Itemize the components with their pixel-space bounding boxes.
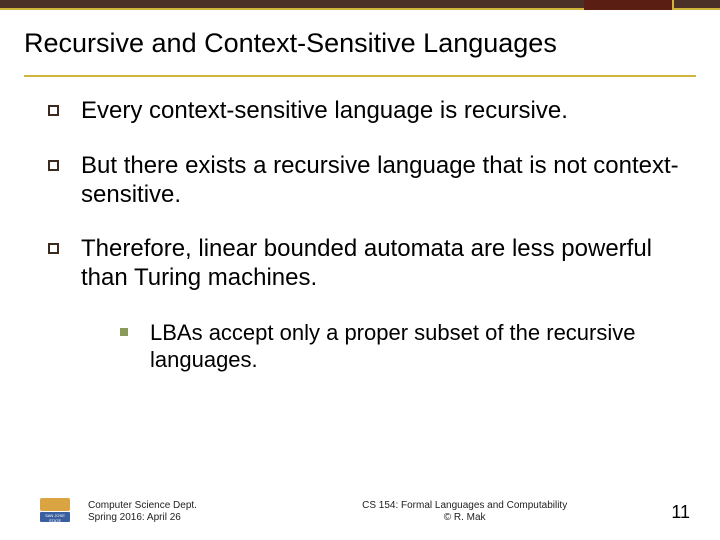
footer-date: Spring 2016: April 26: [88, 512, 258, 525]
sjsu-logo: SAN JOSE STATE: [40, 498, 72, 526]
bullet-item: But there exists a recursive language th…: [48, 152, 680, 210]
slide-content: Every context-sensitive language is recu…: [0, 77, 720, 374]
logo-top: [40, 498, 70, 511]
bullet-text: Therefore, linear bounded automata are l…: [81, 235, 680, 293]
sub-bullet-text: LBAs accept only a proper subset of the …: [150, 319, 680, 374]
footer-author: © R. Mak: [258, 512, 671, 525]
slide-top-accent: [584, 0, 674, 10]
bullet-text: Every context-sensitive language is recu…: [81, 97, 568, 126]
bullet-item: Therefore, linear bounded automata are l…: [48, 235, 680, 293]
page-number: 11: [671, 502, 690, 523]
footer-left: Computer Science Dept. Spring 2016: Apri…: [88, 500, 258, 525]
slide-footer: SAN JOSE STATE Computer Science Dept. Sp…: [0, 498, 720, 526]
sub-bullet-list: LBAs accept only a proper subset of the …: [48, 319, 680, 374]
footer-dept: Computer Science Dept.: [88, 500, 258, 513]
sub-bullet-item: LBAs accept only a proper subset of the …: [120, 319, 680, 374]
bullet-box-icon: [48, 160, 59, 171]
slide-title: Recursive and Context-Sensitive Language…: [24, 28, 696, 59]
title-area: Recursive and Context-Sensitive Language…: [0, 10, 720, 69]
footer-course: CS 154: Formal Languages and Computabili…: [258, 500, 671, 513]
sub-bullet-square-icon: [120, 328, 128, 336]
slide-top-bar: [0, 0, 720, 10]
logo-bottom: SAN JOSE STATE: [40, 512, 70, 522]
bullet-box-icon: [48, 105, 59, 116]
footer-center: CS 154: Formal Languages and Computabili…: [258, 500, 671, 525]
bullet-text: But there exists a recursive language th…: [81, 152, 680, 210]
bullet-item: Every context-sensitive language is recu…: [48, 97, 680, 126]
bullet-box-icon: [48, 243, 59, 254]
